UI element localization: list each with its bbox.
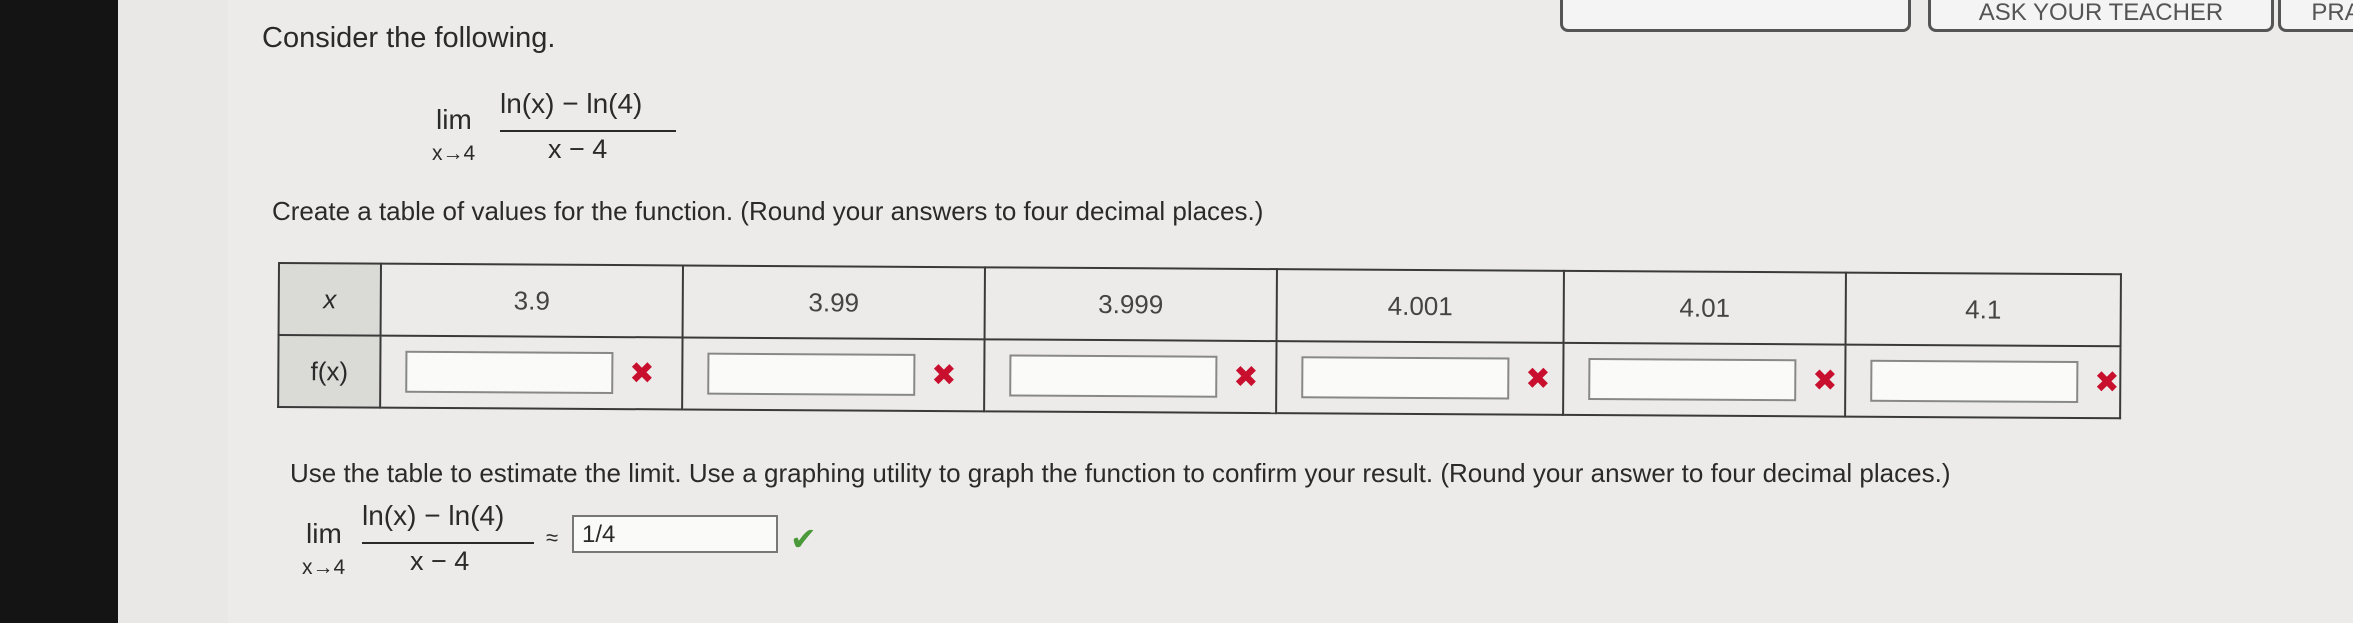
estimate-instruction: Use the table to estimate the limit. Use…	[290, 458, 1951, 488]
fx-input-5[interactable]	[1588, 358, 1797, 402]
practice-label: PRA	[2311, 0, 2353, 26]
top-button-1[interactable]	[1560, 0, 1911, 32]
fx-header: f(x)	[278, 335, 381, 408]
approx-symbol: ≈	[546, 525, 559, 550]
fx-cell-1: ✖	[380, 335, 683, 410]
fx-cell-4: ✖	[1276, 341, 1564, 415]
x-value-5: 4.01	[1563, 270, 1846, 345]
fx-cell-2: ✖	[682, 337, 985, 412]
lim-word: lim	[306, 518, 342, 549]
fx-input-1[interactable]	[405, 350, 614, 395]
fraction-bar	[362, 542, 534, 544]
values-table: x 3.9 3.99 3.999 4.001 4.01 4.1 f(x) ✖ ✖…	[277, 262, 2122, 419]
x-value-2: 3.99	[682, 265, 985, 340]
x-value-6: 4.1	[1845, 272, 2122, 347]
fx-cell-6: ✖	[1845, 344, 2121, 419]
table-instruction: Create a table of values for the functio…	[272, 196, 1264, 226]
fx-cell-3: ✖	[984, 339, 1277, 414]
lim-subscript: x→4	[302, 556, 346, 579]
fraction-bar	[500, 130, 676, 132]
incorrect-x-icon: ✖	[2094, 365, 2120, 399]
correct-check-icon: ✔	[790, 521, 817, 557]
fx-input-3[interactable]	[1009, 354, 1218, 398]
x-value-1: 3.9	[380, 263, 683, 338]
x-header: x	[278, 263, 381, 336]
incorrect-x-icon: ✖	[1233, 360, 1259, 394]
limit-answer-input[interactable]: 1/4	[572, 515, 778, 553]
incorrect-x-icon: ✖	[1812, 363, 1838, 398]
fx-input-2[interactable]	[707, 352, 916, 396]
x-value-4: 4.001	[1276, 269, 1564, 343]
problem-heading: Consider the following.	[262, 22, 556, 54]
lim-subscript: x→4	[432, 142, 476, 165]
lim-word: lim	[436, 104, 472, 135]
fraction-numerator: ln(x) − ln(4)	[500, 88, 643, 119]
fraction-denominator: x − 4	[548, 134, 608, 164]
ask-your-teacher-button[interactable]: ASK YOUR TEACHER	[1928, 0, 2274, 32]
practice-button[interactable]: PRA	[2278, 0, 2353, 32]
monitor-bezel	[0, 0, 118, 623]
incorrect-x-icon: ✖	[629, 356, 655, 390]
fx-input-4[interactable]	[1301, 356, 1510, 400]
fx-row: f(x) ✖ ✖ ✖ ✖ ✖ ✖	[278, 335, 2121, 419]
x-row: x 3.9 3.99 3.999 4.001 4.01 4.1	[278, 263, 2122, 347]
fx-input-6[interactable]	[1870, 359, 2079, 403]
incorrect-x-icon: ✖	[1525, 362, 1551, 396]
ask-your-teacher-label: ASK YOUR TEACHER	[1978, 0, 2224, 26]
incorrect-x-icon: ✖	[931, 358, 957, 392]
x-value-3: 3.999	[984, 267, 1277, 342]
fraction-denominator: x − 4	[410, 546, 470, 576]
fx-cell-5: ✖	[1563, 342, 1846, 417]
fraction-numerator: ln(x) − ln(4)	[362, 500, 505, 531]
